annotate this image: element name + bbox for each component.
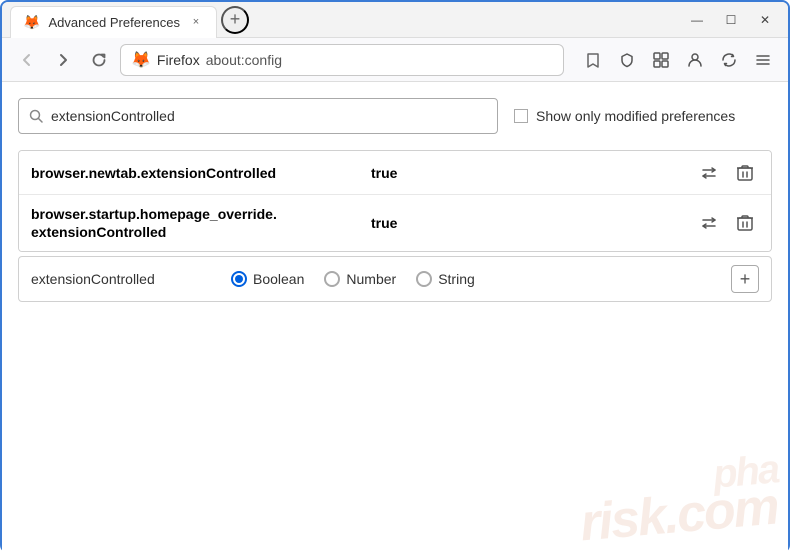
- radio-number[interactable]: Number: [324, 271, 396, 287]
- title-bar: 🦊 Advanced Preferences × + — ☐ ✕: [2, 2, 788, 38]
- show-modified-checkbox[interactable]: [514, 109, 528, 123]
- tab-close-button[interactable]: ×: [188, 14, 204, 30]
- new-tab-button[interactable]: +: [221, 6, 249, 34]
- swap-button-1[interactable]: [695, 159, 723, 187]
- radio-number-circle: [324, 271, 340, 287]
- nav-bar: 🦊 Firefox about:config: [2, 38, 788, 82]
- add-pref-button[interactable]: +: [731, 265, 759, 293]
- new-pref-row: extensionControlled Boolean Number Strin…: [18, 256, 772, 302]
- close-button[interactable]: ✕: [750, 6, 780, 34]
- browser-name-label: Firefox: [157, 52, 200, 68]
- pref-name-2-line2: extensionControlled: [31, 223, 371, 241]
- swap-button-2[interactable]: [695, 209, 723, 237]
- sync-button[interactable]: [714, 45, 744, 75]
- address-text: about:config: [206, 52, 282, 68]
- checkbox-row: Show only modified preferences: [514, 108, 735, 124]
- pref-actions-1: [695, 159, 759, 187]
- radio-boolean-label: Boolean: [253, 271, 304, 287]
- radio-string[interactable]: String: [416, 271, 475, 287]
- pref-value-2: true: [371, 215, 695, 231]
- show-modified-label: Show only modified preferences: [536, 108, 735, 124]
- extension-button[interactable]: [646, 45, 676, 75]
- table-row: browser.startup.homepage_override. exten…: [19, 195, 771, 251]
- radio-string-label: String: [438, 271, 475, 287]
- radio-boolean[interactable]: Boolean: [231, 271, 304, 287]
- radio-string-circle: [416, 271, 432, 287]
- bookmark-button[interactable]: [578, 45, 608, 75]
- pref-name-2: browser.startup.homepage_override. exten…: [31, 195, 371, 251]
- forward-button[interactable]: [48, 45, 78, 75]
- pref-name-1: browser.newtab.extensionControlled: [31, 165, 371, 181]
- search-input[interactable]: [51, 108, 487, 124]
- pref-name-2-line1: browser.startup.homepage_override.: [31, 205, 371, 223]
- menu-button[interactable]: [748, 45, 778, 75]
- radio-number-label: Number: [346, 271, 396, 287]
- search-row: Show only modified preferences: [18, 98, 772, 134]
- search-box[interactable]: [18, 98, 498, 134]
- watermark-top: pha: [711, 447, 780, 498]
- shield-button[interactable]: [612, 45, 642, 75]
- browser-tab[interactable]: 🦊 Advanced Preferences ×: [10, 6, 217, 38]
- minimize-button[interactable]: —: [682, 6, 712, 34]
- pref-value-1: true: [371, 165, 695, 181]
- delete-button-1[interactable]: [731, 159, 759, 187]
- reload-button[interactable]: [84, 45, 114, 75]
- radio-group: Boolean Number String: [231, 271, 475, 287]
- search-icon: [29, 109, 43, 123]
- delete-button-2[interactable]: [731, 209, 759, 237]
- address-bar[interactable]: 🦊 Firefox about:config: [120, 44, 564, 76]
- preferences-table: browser.newtab.extensionControlled true: [18, 150, 772, 252]
- watermark-bottom: risk.com: [578, 476, 780, 553]
- firefox-logo: 🦊: [131, 50, 151, 70]
- window-controls: — ☐ ✕: [682, 6, 780, 34]
- tab-favicon: 🦊: [23, 14, 40, 31]
- restore-button[interactable]: ☐: [716, 6, 746, 34]
- main-content: Show only modified preferences browser.n…: [2, 82, 788, 555]
- pref-actions-2: [695, 209, 759, 237]
- table-row: browser.newtab.extensionControlled true: [19, 151, 771, 195]
- radio-boolean-circle: [231, 271, 247, 287]
- tab-title: Advanced Preferences: [48, 15, 180, 30]
- nav-icons: [578, 45, 778, 75]
- profile-button[interactable]: [680, 45, 710, 75]
- back-button[interactable]: [12, 45, 42, 75]
- new-pref-name: extensionControlled: [31, 271, 211, 287]
